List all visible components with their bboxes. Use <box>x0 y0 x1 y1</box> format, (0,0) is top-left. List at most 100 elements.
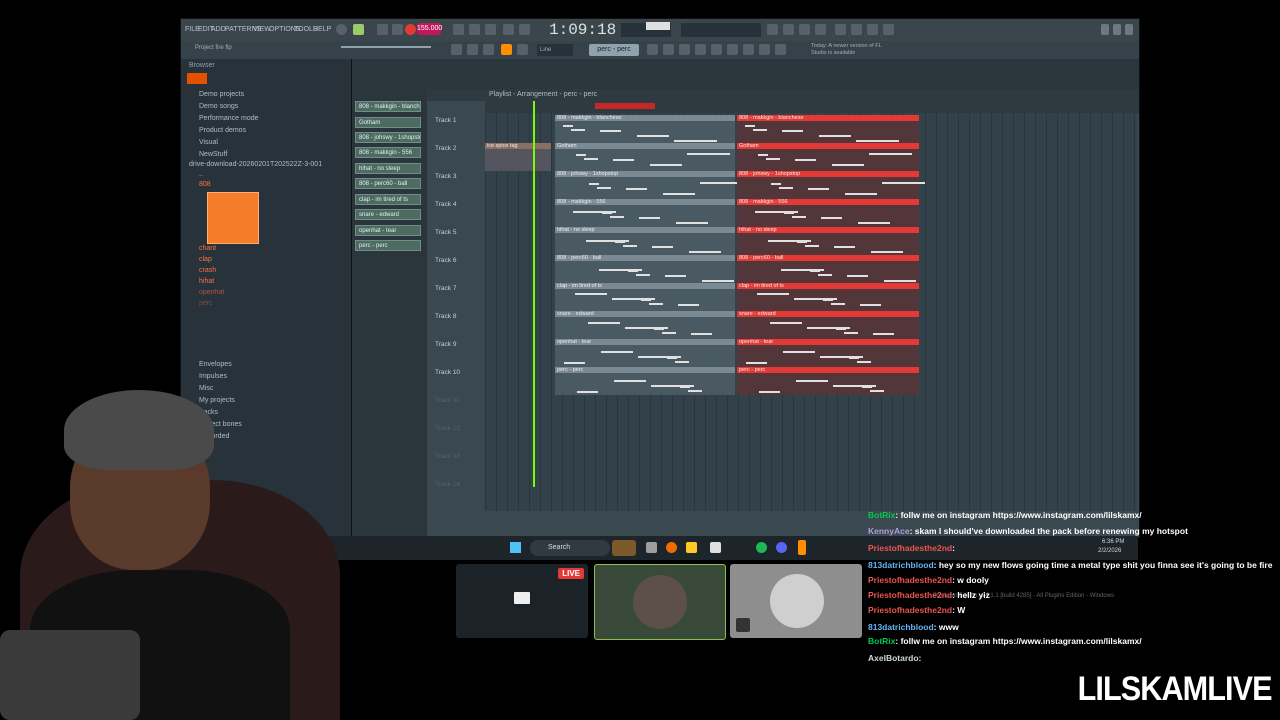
pattern-clip[interactable]: 808 - makkgin - blanchese <box>555 115 735 143</box>
pattern-clip[interactable]: openhat - tear <box>555 339 735 367</box>
playlist-icon[interactable] <box>727 44 738 55</box>
record-icon[interactable] <box>336 24 347 35</box>
windows-start-icon[interactable] <box>510 542 521 553</box>
pattern-item[interactable]: Gotham <box>355 117 421 128</box>
track-header[interactable]: Track 12 <box>435 425 460 432</box>
file-explorer-icon[interactable] <box>686 542 697 553</box>
browser-folder[interactable]: drive-download-20260201T202522Z-3-001 <box>189 161 322 168</box>
pattern-item[interactable]: 808 - makkgin - blanchese <box>355 101 421 112</box>
minimize-icon[interactable] <box>1101 24 1109 35</box>
metronome-icon[interactable] <box>453 24 464 35</box>
playhead[interactable] <box>533 101 535 487</box>
pattern-clip[interactable]: 808 - makkgin - 556 <box>737 199 919 227</box>
track-header[interactable]: Track 6 <box>435 257 456 264</box>
taskbar-widget-icon[interactable] <box>612 540 636 556</box>
redo-icon[interactable] <box>775 44 786 55</box>
track-header[interactable]: Track 11 <box>435 397 460 404</box>
participant-tile[interactable] <box>730 564 862 638</box>
pattern-clip[interactable]: 808 - makkgin - blanchese <box>737 115 919 143</box>
loop-record-icon[interactable] <box>503 24 514 35</box>
browser-folder[interactable]: Visual <box>199 139 218 146</box>
touch-keyboard-icon[interactable] <box>743 44 754 55</box>
stop-icon[interactable] <box>392 24 403 35</box>
browser-folder[interactable]: .. <box>199 171 203 178</box>
pattern-clip[interactable]: clap - im tired of ts <box>737 283 919 311</box>
pattern-clip[interactable]: 808 - perc60 - ball <box>555 255 735 283</box>
browser-folder[interactable]: NewStuff <box>199 151 227 158</box>
pattern-clip[interactable]: perc - perc <box>737 367 919 395</box>
pat-song-toggle[interactable] <box>353 24 364 35</box>
close-icon[interactable] <box>1125 24 1133 35</box>
chat-username[interactable]: Priestofhadesthe2nd <box>868 605 952 615</box>
pattern-clip[interactable]: openhat - tear <box>737 339 919 367</box>
taskview-icon[interactable] <box>646 542 657 553</box>
pattern-item[interactable]: hihat - no sleep <box>355 163 421 174</box>
pattern-item[interactable]: openhat - tear <box>355 225 421 236</box>
render-icon[interactable] <box>867 24 878 35</box>
piano-icon[interactable] <box>815 24 826 35</box>
browser-folder[interactable]: Demo songs <box>199 103 238 110</box>
browser-icon[interactable] <box>695 44 706 55</box>
timeline-ruler[interactable] <box>485 101 1139 113</box>
pattern-clip[interactable]: snare - edward <box>737 311 919 339</box>
browser-folder-808[interactable]: 808 <box>199 181 211 188</box>
piano-roll-icon[interactable] <box>679 44 690 55</box>
maximize-icon[interactable] <box>1113 24 1121 35</box>
browser-file[interactable]: hihat <box>199 278 214 285</box>
browser-file[interactable]: chant <box>199 245 216 252</box>
screen-share-tile[interactable]: LIVE <box>456 564 588 638</box>
loop-region[interactable] <box>595 103 655 109</box>
browser-folder[interactable]: Performance mode <box>199 115 259 122</box>
fl-taskbar-icon[interactable] <box>798 540 806 555</box>
chat-username[interactable]: Priestofhadesthe2nd <box>868 590 952 600</box>
pattern-item[interactable]: perc - perc <box>355 240 421 251</box>
pattern-clip[interactable]: 808 - perc60 - ball <box>737 255 919 283</box>
pattern-clip[interactable]: Gotham <box>555 143 735 171</box>
track-header[interactable]: Track 7 <box>435 285 456 292</box>
track-header[interactable]: Track 5 <box>435 229 456 236</box>
track-header[interactable]: Track 3 <box>435 173 456 180</box>
pattern-item[interactable]: 808 - johswy - 1shopstop <box>355 132 421 143</box>
snap-icon[interactable] <box>501 44 512 55</box>
mic-icon[interactable] <box>799 24 810 35</box>
help-icon[interactable] <box>835 24 846 35</box>
countdown-icon[interactable] <box>485 24 496 35</box>
chat-username[interactable]: 813datrichblood <box>868 560 934 570</box>
browser-file[interactable]: openhat <box>199 289 224 296</box>
browser-file[interactable]: clap <box>199 256 212 263</box>
browser-file[interactable]: perc <box>199 300 213 307</box>
pattern-clip[interactable]: 808 - johswy - 1shopstop <box>737 171 925 199</box>
draw-tool-icon[interactable] <box>517 44 528 55</box>
pattern-clip[interactable]: hihat - no sleep <box>737 227 919 255</box>
play-icon[interactable] <box>377 24 388 35</box>
track-header[interactable]: Track 1 <box>435 117 456 124</box>
view-piano-roll-icon[interactable] <box>467 44 478 55</box>
participant-tile[interactable] <box>594 564 726 640</box>
view-channel-rack-icon[interactable] <box>483 44 494 55</box>
chat-username[interactable]: BotRix <box>868 636 895 646</box>
pattern-item[interactable]: 808 - perc60 - ball <box>355 178 421 189</box>
master-volume-slider[interactable] <box>341 46 431 48</box>
browser-folder[interactable]: Impulses <box>199 373 227 380</box>
track-header[interactable]: Track 14 <box>435 481 460 488</box>
plugin-picker-icon[interactable] <box>711 44 722 55</box>
pattern-item[interactable]: 808 - makkgin - 556 <box>355 147 421 158</box>
discord-icon[interactable] <box>776 542 787 553</box>
pattern-clip[interactable]: hihat - no sleep <box>555 227 735 255</box>
menu-help[interactable]: HELP <box>313 26 331 33</box>
playlist-grid[interactable]: 808 - makkgin - blanchese 808 - makkgin -… <box>485 113 1137 511</box>
step-edit-icon[interactable] <box>519 24 530 35</box>
refresh-icon[interactable] <box>767 24 778 35</box>
pattern-item[interactable]: snare - edward <box>355 209 421 220</box>
view-playlist-icon[interactable] <box>451 44 462 55</box>
tempo-display[interactable]: 155.000 <box>417 23 442 35</box>
pattern-clip[interactable]: clap - im tired of ts <box>555 283 735 311</box>
snap-select[interactable]: Line <box>537 44 573 56</box>
track-header[interactable]: Track 8 <box>435 313 456 320</box>
track-header[interactable]: Track 10 <box>435 369 460 376</box>
channel-rack-icon[interactable] <box>663 44 674 55</box>
record-button[interactable] <box>405 24 416 35</box>
mixer-icon[interactable] <box>647 44 658 55</box>
chat-username[interactable]: Priestofhadesthe2nd <box>868 575 952 585</box>
chat-username[interactable]: AxelBotardo <box>868 653 919 663</box>
